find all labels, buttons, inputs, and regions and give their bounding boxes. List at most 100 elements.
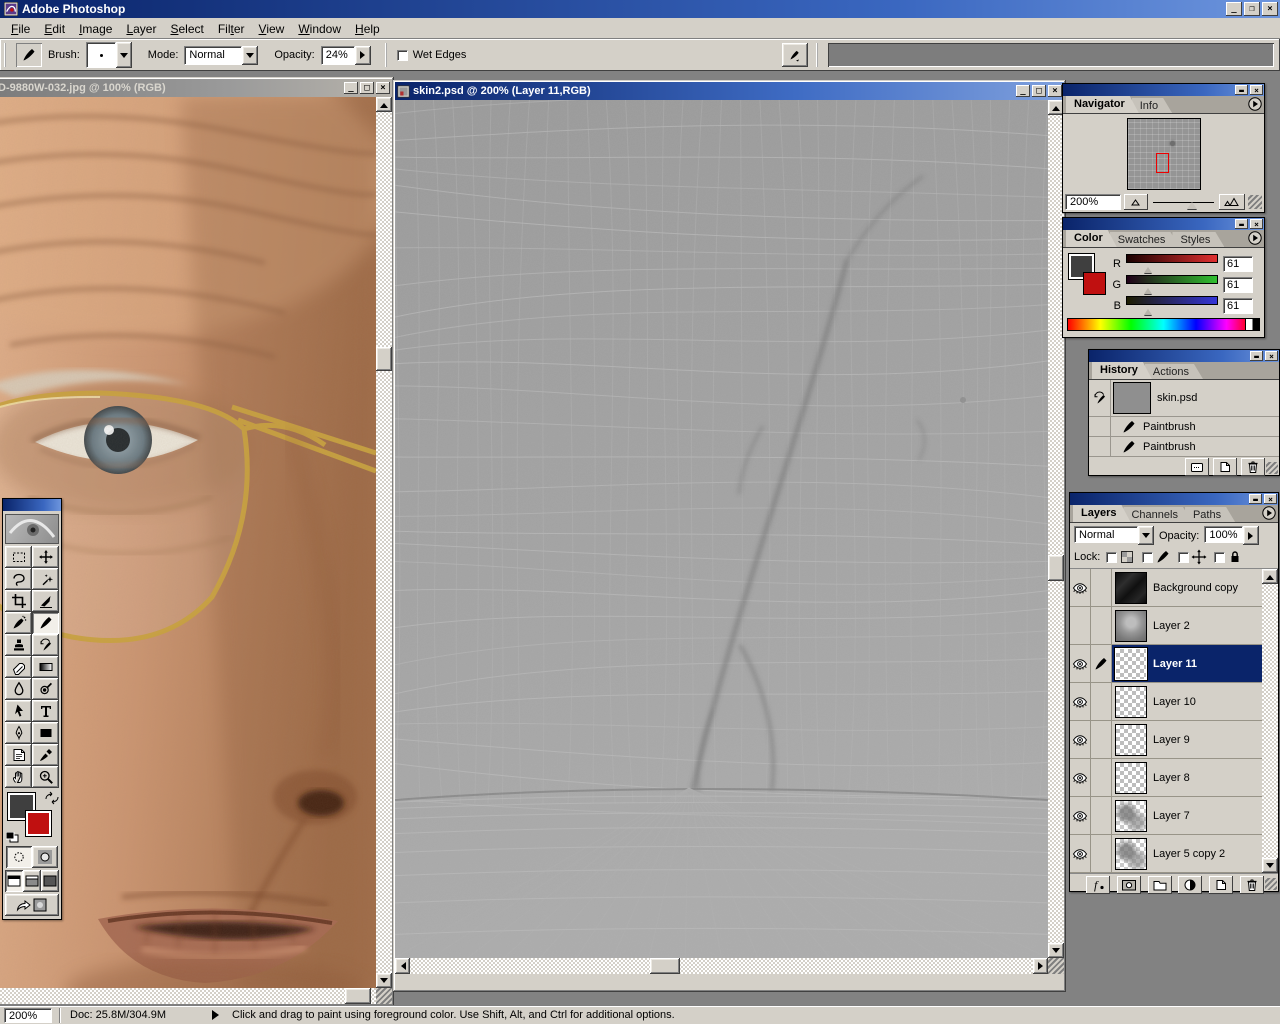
layer-effects-icon[interactable]: f xyxy=(1086,876,1110,894)
layer-thumbnail[interactable] xyxy=(1115,648,1147,680)
layer-thumbnail[interactable] xyxy=(1115,762,1147,794)
color-titlebar[interactable]: ▬ × xyxy=(1063,218,1264,230)
layer-row-layer-9[interactable]: Layer 9 xyxy=(1070,721,1262,759)
layer-thumbnail[interactable] xyxy=(1115,686,1147,718)
dodge-tool-button[interactable] xyxy=(32,678,59,700)
navigator-thumbnail[interactable] xyxy=(1127,118,1201,190)
lock-transparency-option[interactable] xyxy=(1106,549,1135,565)
menu-window[interactable]: Window xyxy=(291,20,348,38)
channel-value[interactable]: 61 xyxy=(1223,298,1253,314)
layer-row-layer-11[interactable]: Layer 11 xyxy=(1070,645,1262,683)
navigator-resize-grip[interactable] xyxy=(1248,195,1262,209)
history-minimize-icon[interactable]: ▬ xyxy=(1250,351,1263,361)
clone-stamp-tool-button[interactable] xyxy=(5,634,32,656)
channel-slider[interactable] xyxy=(1126,254,1218,263)
doc-left-titlebar[interactable]: D-9880W-032.jpg @ 100% (RGB) _ □ × xyxy=(0,79,392,97)
layer-thumbnail[interactable] xyxy=(1115,800,1147,832)
ramp-endcaps[interactable] xyxy=(1245,319,1259,330)
layer-row-background-copy[interactable]: Background copy xyxy=(1070,569,1262,607)
default-colors-icon[interactable] xyxy=(6,832,19,843)
toolbox-logo[interactable] xyxy=(5,514,59,544)
channel-slider-handle[interactable] xyxy=(1144,305,1152,315)
layer-thumbnail[interactable] xyxy=(1115,572,1147,604)
navigator-close-icon[interactable]: × xyxy=(1250,85,1263,95)
color-ramp[interactable] xyxy=(1067,318,1260,331)
layer-visibility-toggle[interactable] xyxy=(1070,607,1091,644)
history-state-well[interactable] xyxy=(1089,417,1111,436)
history-snapshot-name[interactable]: skin.psd xyxy=(1157,392,1197,404)
color-background-swatch[interactable] xyxy=(1083,272,1106,295)
hand-tool-button[interactable] xyxy=(5,766,32,788)
lasso-tool-button[interactable] xyxy=(5,568,32,590)
pen-tool-button[interactable] xyxy=(5,722,32,744)
doc-left-minimize-icon[interactable]: _ xyxy=(344,82,358,94)
eyedropper-tool-button[interactable] xyxy=(32,744,59,766)
navigator-menu-icon[interactable] xyxy=(1247,96,1262,111)
layer-link-well[interactable] xyxy=(1091,835,1112,872)
add-layer-mask-icon[interactable] xyxy=(1117,876,1141,894)
menu-filter[interactable]: Filter xyxy=(211,20,252,38)
new-document-from-state-icon[interactable] xyxy=(1185,458,1209,476)
doc-right-resize-grip[interactable] xyxy=(1048,958,1064,974)
tab-styles[interactable]: Styles xyxy=(1172,232,1224,247)
zoom-out-icon[interactable] xyxy=(1124,194,1148,210)
layer-link-well[interactable] xyxy=(1091,645,1112,682)
menu-file[interactable]: File xyxy=(4,20,37,38)
doc-left-maximize-icon[interactable]: □ xyxy=(360,82,374,94)
new-snapshot-icon[interactable] xyxy=(1213,458,1237,476)
history-titlebar[interactable]: ▬ × xyxy=(1089,350,1279,362)
eraser-tool-button[interactable] xyxy=(5,656,32,678)
airbrush-tool-button[interactable] xyxy=(5,612,32,634)
color-close-icon[interactable]: × xyxy=(1250,219,1263,229)
layers-opacity-control[interactable]: 100% xyxy=(1204,526,1258,545)
layers-titlebar[interactable]: ▬ × xyxy=(1070,493,1278,505)
color-minimize-icon[interactable]: ▬ xyxy=(1235,219,1248,229)
gradient-tool-button[interactable] xyxy=(32,656,59,678)
doc-left-hscrollbar[interactable] xyxy=(0,988,376,1004)
wet-edges-option[interactable]: Wet Edges xyxy=(397,49,467,61)
layer-link-well[interactable] xyxy=(1091,797,1112,834)
layers-menu-icon[interactable] xyxy=(1261,505,1276,520)
channel-value[interactable]: 61 xyxy=(1223,277,1253,293)
lock-position-option[interactable] xyxy=(1178,549,1207,565)
standard-mode-button[interactable] xyxy=(6,846,32,868)
layer-link-well[interactable] xyxy=(1091,683,1112,720)
doc-right-titlebar[interactable]: skin2.psd @ 200% (Layer 11,RGB) _ □ × xyxy=(395,82,1064,100)
tab-layers[interactable]: Layers xyxy=(1073,505,1130,522)
menu-help[interactable]: Help xyxy=(348,20,387,38)
document-window-right[interactable]: skin2.psd @ 200% (Layer 11,RGB) _ □ × xyxy=(393,80,1066,992)
layer-visibility-toggle[interactable] xyxy=(1070,569,1091,606)
new-layer-icon[interactable] xyxy=(1209,876,1233,894)
layers-minimize-icon[interactable]: ▬ xyxy=(1249,494,1262,504)
layer-thumbnail[interactable] xyxy=(1115,610,1147,642)
tab-paths[interactable]: Paths xyxy=(1185,507,1235,522)
minimize-icon[interactable]: _ xyxy=(1226,2,1242,16)
toolbox-titlebar[interactable] xyxy=(3,499,61,511)
swap-colors-icon[interactable] xyxy=(44,791,58,805)
opacity-control[interactable]: 24% xyxy=(321,46,371,65)
menu-layer[interactable]: Layer xyxy=(119,20,163,38)
doc-right-hscrollbar[interactable] xyxy=(395,958,1048,974)
wet-edges-checkbox[interactable] xyxy=(397,50,408,61)
tab-info[interactable]: Info xyxy=(1132,98,1172,113)
layer-link-well[interactable] xyxy=(1091,759,1112,796)
layer-visibility-toggle[interactable] xyxy=(1070,721,1091,758)
history-source-icon[interactable] xyxy=(1089,380,1111,416)
tab-channels[interactable]: Channels xyxy=(1123,507,1191,522)
layer-visibility-toggle[interactable] xyxy=(1070,835,1091,872)
layer-thumbnail[interactable] xyxy=(1115,838,1147,870)
path-select-tool-button[interactable] xyxy=(5,700,32,722)
tab-color[interactable]: Color xyxy=(1066,230,1117,247)
history-close-icon[interactable]: × xyxy=(1265,351,1278,361)
doc-left-vscrollbar[interactable] xyxy=(376,97,392,988)
zoom-slider-handle[interactable] xyxy=(1187,197,1197,209)
navigator-view-box[interactable] xyxy=(1156,153,1169,173)
navigator-titlebar[interactable]: ▬ × xyxy=(1063,84,1264,96)
history-snapshot-row[interactable]: skin.psd xyxy=(1089,380,1279,417)
move-tool-button[interactable] xyxy=(32,546,59,568)
layers-scrollbar[interactable] xyxy=(1262,569,1278,873)
layer-name[interactable]: Layer 7 xyxy=(1153,810,1190,822)
layer-row-layer-8[interactable]: Layer 8 xyxy=(1070,759,1262,797)
magic-wand-tool-button[interactable] xyxy=(32,568,59,590)
tab-actions[interactable]: Actions xyxy=(1145,364,1203,379)
